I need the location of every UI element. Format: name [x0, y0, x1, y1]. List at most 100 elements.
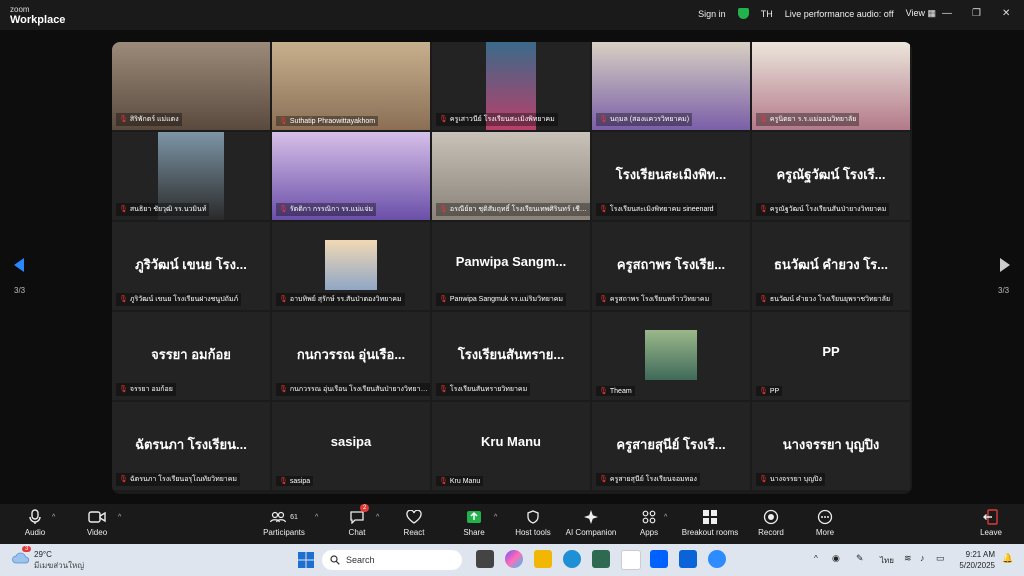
- edge-browser-icon[interactable]: [563, 550, 581, 568]
- participant-name-label: 🎙 สนธิยา ชัยวุฒิ รร.นวมินท์: [116, 203, 210, 216]
- participant-tile[interactable]: Kru Manu 🎙 Kru Manu: [432, 402, 590, 490]
- participant-name-label: 🎙 รัตติกา กรรณิกา รร.แม่แจ่ม: [276, 203, 377, 216]
- meeting-toolbar: Audio ^ Video ^ 61 Participants ^ Chat 2…: [0, 504, 1024, 544]
- view-button[interactable]: View ▦: [906, 8, 936, 19]
- participant-tile[interactable]: 🎙 ครูนิตยา ร.ร.แม่ออนวิทยาลัย: [752, 42, 910, 130]
- participant-name-text: นฤมล (สองแควรวิทยาคม): [609, 116, 690, 123]
- participant-name-label: 🎙 กนกวรรณ อุ่นเรือน โรงเรียนสันป่ายางวิทย…: [276, 383, 430, 396]
- audio-options-chevron-icon[interactable]: ^: [52, 514, 55, 521]
- participant-tile[interactable]: PP 🎙 PP: [752, 312, 910, 400]
- outlook-icon[interactable]: [679, 550, 697, 568]
- participant-name-text: กนกวรรณ อุ่นเรือน โรงเรียนสันป่ายางวิทยา…: [289, 386, 430, 393]
- video-button[interactable]: Video: [62, 506, 132, 537]
- audio-button[interactable]: Audio: [0, 506, 70, 537]
- participant-tile[interactable]: 🎙 Theam: [592, 312, 750, 400]
- participant-name-text: PP: [769, 388, 780, 395]
- gallery-view: 🎙 สิริพักตร์ แม่แตง 🎙 Suthatip Phraowittaya…: [112, 42, 912, 494]
- battery-icon[interactable]: ▭: [936, 553, 945, 564]
- copilot-icon[interactable]: [505, 550, 523, 568]
- participant-tile[interactable]: 🎙 รัตติกา กรรณิกา รร.แม่แจ่ม: [272, 132, 430, 220]
- participant-tile[interactable]: ภูริวัฒน์ เขนย โรง... 🎙 ภูริวัฒน์ เขนย โรง…: [112, 222, 270, 310]
- audio-status[interactable]: Live performance audio: off: [785, 9, 894, 19]
- participant-name-label: 🎙 ครูสถาพร โรงเรียนพร้าววิทยาคม: [596, 293, 713, 306]
- participant-tile[interactable]: 🎙 Suthatip Phraowittayakhom: [272, 42, 430, 130]
- video-options-chevron-icon[interactable]: ^: [118, 514, 121, 521]
- participant-name-text: ธนวัฒน์ คำยวง โรงเรียนยุพราชวิทยาลัย: [769, 296, 891, 303]
- participant-tile[interactable]: 🎙 อรณีย์ยา ชุติสัมฤทธิ์ โรงเรียนเทพศิรินท…: [432, 132, 590, 220]
- participant-display-name: ครูสายสุนีย์ โรงเรี...: [616, 437, 726, 452]
- participant-tile[interactable]: 🎙 อาบทิพย์ สุรักษ์ รร.สันป่าตองวิทยาคม: [272, 222, 430, 310]
- sign-in-link[interactable]: Sign in: [698, 9, 726, 19]
- windows-start-icon[interactable]: [298, 552, 314, 568]
- notifications-icon[interactable]: 🔔: [1002, 553, 1013, 564]
- participant-tile[interactable]: ธนวัฒน์ คำยวง โร... 🎙 ธนวัฒน์ คำยวง โรงเรี…: [752, 222, 910, 310]
- leave-button[interactable]: Leave: [956, 506, 1024, 537]
- apps-button[interactable]: Apps: [614, 506, 684, 537]
- participants-options-chevron-icon[interactable]: ^: [315, 514, 318, 521]
- task-view-icon[interactable]: [476, 550, 494, 568]
- minimize-icon[interactable]: —: [942, 8, 952, 19]
- participant-tile[interactable]: ครูสายสุนีย์ โรงเรี... 🎙 ครูสายสุนีย์ โรงเ…: [592, 402, 750, 490]
- participant-display-name: PP: [822, 344, 840, 359]
- participant-display-name: โรงเรียนสะเมิงพิท...: [615, 167, 727, 182]
- heart-icon: [406, 510, 422, 524]
- wifi-icon[interactable]: ≋: [904, 553, 912, 564]
- participant-display-name: จรรยา อมก้อย: [151, 347, 231, 362]
- weather-description: มีเมฆส่วนใหญ่: [34, 561, 85, 570]
- participant-name-text: จรรยา อมก้อย: [129, 386, 173, 393]
- participant-tile[interactable]: กนกวรรณ อุ่นเรือ... 🎙 กนกวรรณ อุ่นเรือน โร…: [272, 312, 430, 400]
- weather-widget[interactable]: 29°C มีเมฆส่วนใหญ่: [34, 549, 84, 571]
- next-page-icon[interactable]: [998, 258, 1012, 272]
- dropbox-icon[interactable]: [650, 550, 668, 568]
- amazon-icon[interactable]: [621, 550, 641, 570]
- participant-tile[interactable]: ฉัตรนภา โรงเรียน... 🎙 ฉัตรนภา โรงเรียนอรุโ…: [112, 402, 270, 490]
- search-icon: [330, 555, 340, 565]
- participant-display-name: ครูสถาพร โรงเรีย...: [616, 257, 726, 272]
- store-icon[interactable]: [592, 550, 610, 568]
- muted-mic-icon: 🎙: [599, 296, 608, 303]
- sparkle-icon: [584, 510, 598, 524]
- participant-name-label: 🎙 Kru Manu: [436, 476, 484, 486]
- share-options-chevron-icon[interactable]: ^: [494, 514, 497, 521]
- participant-tile[interactable]: 🎙 สนธิยา ชัยวุฒิ รร.นวมินท์: [112, 132, 270, 220]
- participant-tile[interactable]: โรงเรียนสะเมิงพิท... 🎙 โรงเรียนสะเมิงพิทยา…: [592, 132, 750, 220]
- participant-tile[interactable]: 🎙 สิริพักตร์ แม่แตง: [112, 42, 270, 130]
- participants-count: 61: [290, 513, 298, 521]
- clock[interactable]: 9:21 AM 5/20/2025: [955, 549, 995, 571]
- volume-icon[interactable]: ♪: [920, 553, 925, 563]
- participant-tile[interactable]: sasipa 🎙 sasipa: [272, 402, 430, 490]
- participant-tile[interactable]: 🎙 ครูเสาวนีย์ โรงเรียนสะเมิงพิทยาคม: [432, 42, 590, 130]
- audio-label: Audio: [24, 528, 46, 537]
- breakout-rooms-button[interactable]: Breakout rooms: [675, 506, 745, 537]
- participant-name-text: สนธิยา ชัยวุฒิ รร.นวมินท์: [129, 206, 207, 213]
- cloud-icon[interactable]: [12, 550, 30, 564]
- input-language[interactable]: ไทย: [880, 554, 894, 567]
- participant-tile[interactable]: นางจรรยา บุญปิง 🎙 นางจรรยา บุญปิง: [752, 402, 910, 490]
- restore-icon[interactable]: ❐: [972, 8, 981, 19]
- windows-taskbar: 3 29°C มีเมฆส่วนใหญ่ Search ^ ◉ ✎ ไทย ≋ …: [0, 544, 1024, 576]
- grid-icon: ▦: [927, 8, 936, 18]
- participant-tile[interactable]: จรรยา อมก้อย 🎙 จรรยา อมก้อย: [112, 312, 270, 400]
- apps-options-chevron-icon[interactable]: ^: [664, 514, 667, 521]
- participant-tile[interactable]: Panwipa Sangm... 🎙 Panwipa Sangmuk รร.แม่ร…: [432, 222, 590, 310]
- participant-name-text: ภูริวัฒน์ เขนย โรงเรียนฝางชนูปถัมภ์: [129, 296, 239, 303]
- shield-icon[interactable]: [737, 8, 749, 19]
- participants-button[interactable]: 61 Participants: [249, 506, 319, 537]
- zoom-app-icon[interactable]: [708, 550, 726, 568]
- muted-mic-icon: 🎙: [279, 296, 288, 303]
- taskbar-search[interactable]: Search: [322, 550, 462, 570]
- close-icon[interactable]: ✕: [1002, 8, 1010, 19]
- pen-icon[interactable]: ✎: [856, 553, 864, 564]
- participant-display-name: sasipa: [330, 434, 372, 449]
- breakout-rooms-icon: [703, 510, 717, 524]
- participant-tile[interactable]: โรงเรียนสันทราย... 🎙 โรงเรียนสันทรายวิทยาค…: [432, 312, 590, 400]
- participant-tile[interactable]: ครูสถาพร โรงเรีย... 🎙 ครูสถาพร โรงเรียนพร้…: [592, 222, 750, 310]
- video-label: Video: [86, 528, 108, 537]
- participant-tile[interactable]: ครูณัฐวัฒน์ โรงเรี... 🎙 ครูณัฐวัฒน์ โรงเรี…: [752, 132, 910, 220]
- participant-tile[interactable]: 🎙 นฤมล (สองแควรวิทยาคม): [592, 42, 750, 130]
- file-explorer-icon[interactable]: [534, 550, 552, 568]
- more-button[interactable]: More: [790, 506, 860, 537]
- previous-page-icon[interactable]: [12, 258, 26, 272]
- network-icon[interactable]: ◉: [832, 553, 840, 564]
- show-hidden-icons-chevron-icon[interactable]: ^: [814, 554, 818, 563]
